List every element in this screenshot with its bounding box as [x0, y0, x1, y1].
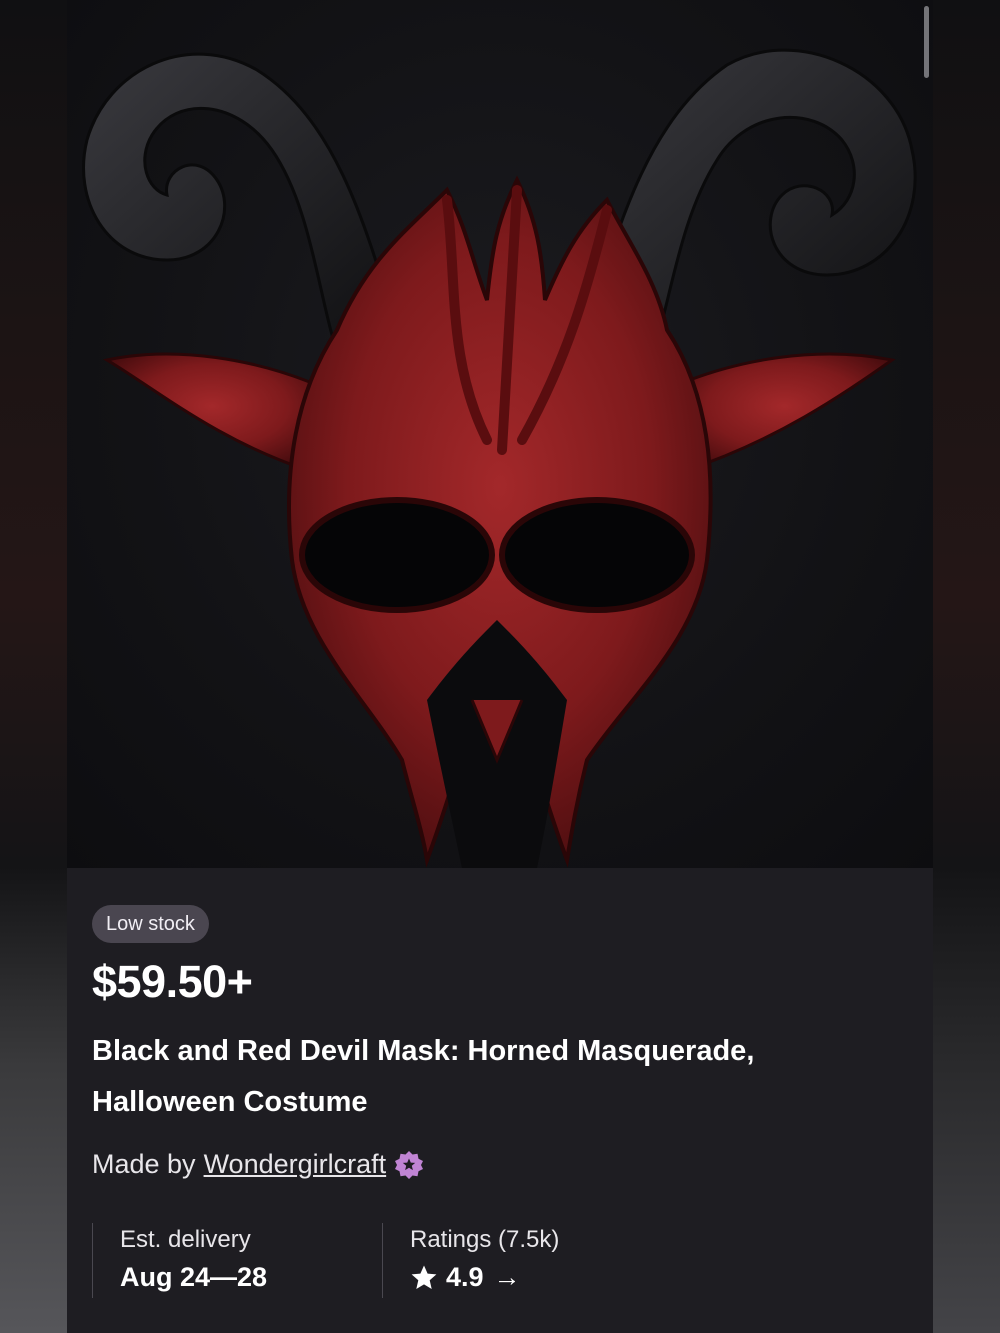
- delivery-dates: Aug 24—28: [120, 1262, 268, 1292]
- listing-title[interactable]: Black and Red Devil Mask: Horned Masquer…: [92, 1026, 892, 1128]
- ratings-label[interactable]: Ratings (7.5k): [410, 1226, 559, 1254]
- devil-mask-illustration: [82, 48, 917, 868]
- ratings-link[interactable]: 4.9 →: [410, 1262, 521, 1293]
- star-icon: [411, 1265, 437, 1289]
- left-ear: [102, 352, 319, 473]
- app-screen: Low stock $59.50+ Black and Red Devil Ma…: [0, 0, 1000, 1333]
- arrow-right-icon: →: [493, 1262, 521, 1292]
- maker-prefix: Made by: [92, 1149, 196, 1179]
- left-eye-hole: [299, 497, 495, 613]
- low-stock-badge: Low stock: [92, 905, 209, 943]
- left-horn: [82, 52, 399, 337]
- delivery-label: Est. delivery: [120, 1226, 251, 1253]
- right-eye-hole: [499, 497, 695, 613]
- shop-name-link[interactable]: Wondergirlcraft: [204, 1149, 387, 1180]
- scroll-indicator[interactable]: [924, 6, 929, 78]
- price: $59.50+: [92, 956, 253, 1007]
- product-listing-card[interactable]: Low stock $59.50+ Black and Red Devil Ma…: [67, 0, 933, 1333]
- divider: [92, 1223, 93, 1298]
- star-seller-badge-icon: [395, 1150, 424, 1179]
- rating-value: 4.9: [446, 1262, 484, 1292]
- product-photo[interactable]: [67, 0, 933, 868]
- maker-line: Made by Wondergirlcraft: [92, 1149, 424, 1180]
- background-blur-right: [933, 0, 1000, 1333]
- divider: [382, 1223, 383, 1298]
- background-blur-left: [0, 0, 67, 1333]
- listing-info: Low stock $59.50+ Black and Red Devil Ma…: [67, 868, 933, 1333]
